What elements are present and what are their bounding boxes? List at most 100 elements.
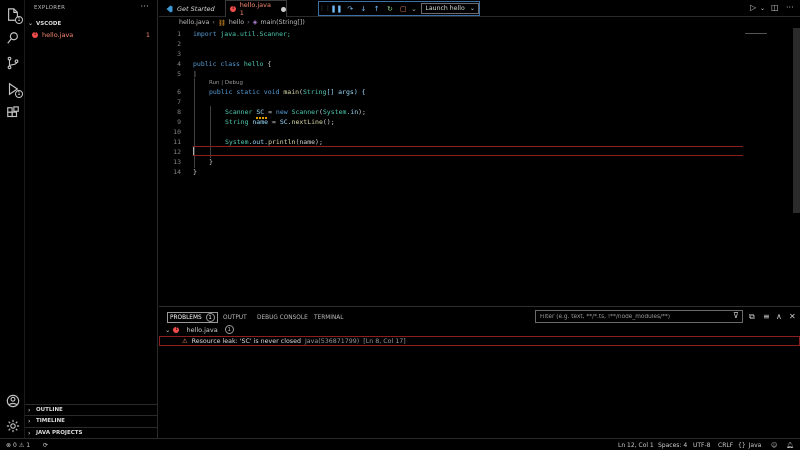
chevron-down-icon: ⌄ bbox=[28, 20, 34, 27]
minimap[interactable] bbox=[745, 33, 767, 39]
feedback-icon[interactable]: ☺ bbox=[771, 440, 777, 450]
chevron-down-icon: ⌄ bbox=[469, 5, 475, 12]
close-icon[interactable]: ✕ bbox=[789, 312, 796, 321]
encoding[interactable]: UTF-8 bbox=[693, 440, 711, 450]
search-icon[interactable] bbox=[4, 29, 21, 46]
workspace-name: VSCODE bbox=[36, 20, 62, 27]
tab-problems[interactable]: PROBLEMS 1 bbox=[167, 312, 218, 323]
section-outline-label: OUTLINE bbox=[36, 407, 63, 413]
split-editor-icon[interactable]: ◫ bbox=[771, 3, 779, 12]
token: } bbox=[209, 158, 213, 166]
tab-terminal[interactable]: TERMINAL bbox=[314, 312, 343, 323]
file-problem-count: 1 bbox=[145, 31, 150, 39]
explorer-icon[interactable]: 1 bbox=[4, 6, 23, 24]
workspace-header[interactable]: ⌄ VSCODE bbox=[25, 18, 158, 29]
code-line-8: Scanner SC = new Scanner(System.in); bbox=[225, 108, 366, 116]
line-number: 10 bbox=[173, 128, 181, 136]
status-bar: ⊗ 0 ⚠ 1 ⟳ Ln 12, Col 1 Spaces: 4 UTF-8 C… bbox=[0, 438, 800, 450]
line-number: 3 bbox=[177, 50, 181, 58]
problems-status[interactable]: ⊗ 0 ⚠ 1 bbox=[6, 440, 30, 450]
chevron-right-icon: › bbox=[28, 417, 31, 425]
line-number: 9 bbox=[177, 118, 181, 126]
step-out-icon[interactable]: ↑ bbox=[372, 3, 382, 14]
token: (name); bbox=[295, 138, 323, 146]
code-line-11: System.out.println(name); bbox=[225, 138, 323, 146]
breadcrumb-file[interactable]: hello.java bbox=[179, 19, 209, 26]
class-icon: ⛓ bbox=[217, 19, 226, 27]
notifications-bell-icon[interactable]: 🔔︎ bbox=[786, 440, 794, 450]
code-line-5: | bbox=[193, 70, 197, 78]
end-of-line[interactable]: CRLF bbox=[718, 440, 733, 450]
filter-icon[interactable]: ⊽ bbox=[733, 311, 739, 320]
drag-handle-icon[interactable]: ⋮⋮ bbox=[319, 3, 331, 14]
more-actions-icon[interactable]: ≡ bbox=[763, 312, 770, 321]
language-mode[interactable]: {} Java bbox=[738, 440, 761, 450]
maximize-panel-icon[interactable]: ∧ bbox=[776, 312, 782, 321]
problem-item[interactable]: ⚠ Resource leak: 'SC' is never closed Ja… bbox=[159, 336, 800, 346]
token: main bbox=[279, 88, 300, 96]
tab-debug-console[interactable]: DEBUG CONSOLE bbox=[257, 312, 308, 323]
token: public static void bbox=[209, 88, 280, 96]
explorer-badge: 1 bbox=[15, 16, 23, 24]
token: ); bbox=[358, 108, 366, 116]
line-number: 13 bbox=[173, 158, 181, 166]
sidebar-title: EXPLORER bbox=[34, 5, 66, 11]
run-icon[interactable]: ▷ bbox=[750, 3, 756, 12]
token: name bbox=[248, 118, 269, 126]
error-circle-icon: ⊗ bbox=[6, 441, 12, 449]
unsaved-dot-icon[interactable] bbox=[281, 6, 286, 12]
section-timeline[interactable]: › TIMELINE bbox=[25, 415, 158, 426]
problems-file-row[interactable]: ⌄ hello.java 1 bbox=[165, 324, 234, 335]
line-number: 11 bbox=[173, 138, 181, 146]
line-number: 2 bbox=[177, 40, 181, 48]
restart-icon[interactable]: ↻ bbox=[385, 3, 395, 14]
tab-output[interactable]: OUTPUT bbox=[223, 312, 247, 323]
codelens-run-debug[interactable]: Run | Debug bbox=[209, 80, 243, 86]
section-java-projects[interactable]: › JAVA PROJECTS bbox=[25, 427, 158, 438]
step-into-icon[interactable]: ↓ bbox=[358, 3, 368, 14]
tab-terminal-label: TERMINAL bbox=[314, 314, 344, 321]
more-actions-icon[interactable]: ··· bbox=[140, 2, 149, 12]
tab-get-started-label: Get Started bbox=[177, 4, 215, 13]
tab-get-started[interactable]: Get Started bbox=[159, 0, 221, 17]
remote-icon[interactable]: ⟳ bbox=[43, 440, 48, 450]
step-over-icon[interactable]: ↷ bbox=[345, 3, 355, 14]
problem-source: Java(536871799) bbox=[304, 337, 360, 345]
code-editor[interactable]: 1 2 3 4 5 6 7 8 9 10 11 12 13 14 import … bbox=[159, 28, 800, 306]
run-debug-icon[interactable]: 1 bbox=[4, 80, 23, 98]
pause-icon[interactable]: ❚❚ bbox=[331, 3, 343, 14]
activity-bar: 1 1 bbox=[0, 0, 25, 438]
settings-gear-icon[interactable] bbox=[4, 417, 21, 434]
more-actions-icon[interactable]: ··· bbox=[786, 3, 794, 12]
chevron-down-icon[interactable]: ⌄ bbox=[760, 5, 765, 12]
bottom-panel: PROBLEMS 1 OUTPUT DEBUG CONSOLE TERMINAL… bbox=[159, 306, 800, 438]
warning-triangle-icon: ⚠ bbox=[182, 337, 188, 345]
copy-icon[interactable]: ⧉ bbox=[749, 312, 755, 322]
code-line-6: public static void main(String[] args) { bbox=[209, 88, 366, 96]
source-control-icon[interactable] bbox=[4, 54, 21, 71]
breadcrumb-class[interactable]: hello bbox=[229, 19, 244, 26]
breadcrumb-method[interactable]: main(String[]) bbox=[260, 19, 304, 26]
tab-hello-java-label: hello.java 1 bbox=[239, 1, 271, 17]
stop-icon[interactable]: ▢ bbox=[398, 3, 408, 14]
token: public class bbox=[193, 60, 240, 68]
token: = bbox=[268, 118, 280, 126]
account-icon[interactable] bbox=[4, 392, 21, 409]
indentation[interactable]: Spaces: 4 bbox=[658, 440, 687, 450]
section-java-projects-label: JAVA PROJECTS bbox=[36, 430, 83, 436]
line-number: 14 bbox=[173, 168, 181, 176]
text-cursor bbox=[193, 147, 194, 155]
cursor-position[interactable]: Ln 12, Col 1 bbox=[618, 440, 654, 450]
token: String bbox=[302, 88, 327, 96]
editor-scrollbar[interactable] bbox=[793, 28, 800, 213]
file-hello-java[interactable]: hello.java 1 bbox=[25, 30, 158, 40]
tab-debug-console-label: DEBUG CONSOLE bbox=[257, 314, 308, 321]
section-outline[interactable]: › OUTLINE bbox=[25, 404, 158, 415]
extensions-icon[interactable] bbox=[4, 104, 21, 121]
tab-output-label: OUTPUT bbox=[223, 314, 247, 321]
line-number: 4 bbox=[177, 60, 181, 68]
chevron-down-icon[interactable]: ⌄ bbox=[411, 3, 417, 14]
launch-config-select[interactable]: Launch hello ⌄ bbox=[421, 3, 479, 14]
problems-filter-input[interactable] bbox=[535, 310, 743, 323]
tab-hello-java[interactable]: hello.java 1 bbox=[225, 0, 287, 17]
